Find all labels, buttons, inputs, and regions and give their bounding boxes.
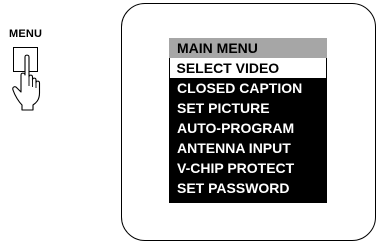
menu-title: MAIN MENU — [169, 38, 327, 58]
main-menu: MAIN MENU SELECT VIDEO CLOSED CAPTION SET … — [169, 38, 327, 203]
menu-item-select-video[interactable]: SELECT VIDEO — [169, 58, 327, 78]
menu-item-set-password[interactable]: SET PASSWORD — [169, 178, 327, 198]
menu-item-auto-program[interactable]: AUTO-PROGRAM — [169, 118, 327, 138]
menu-item-antenna-input[interactable]: ANTENNA INPUT — [169, 138, 327, 158]
menu-item-v-chip-protect[interactable]: V-CHIP PROTECT — [169, 158, 327, 178]
menu-item-set-picture[interactable]: SET PICTURE — [169, 98, 327, 118]
menu-button-press-illustration — [12, 47, 41, 111]
menu-bottom-edge — [169, 198, 327, 203]
menu-item-list: SELECT VIDEO CLOSED CAPTION SET PICTURE AUT… — [169, 58, 327, 198]
menu-item-closed-caption[interactable]: CLOSED CAPTION — [169, 78, 327, 98]
